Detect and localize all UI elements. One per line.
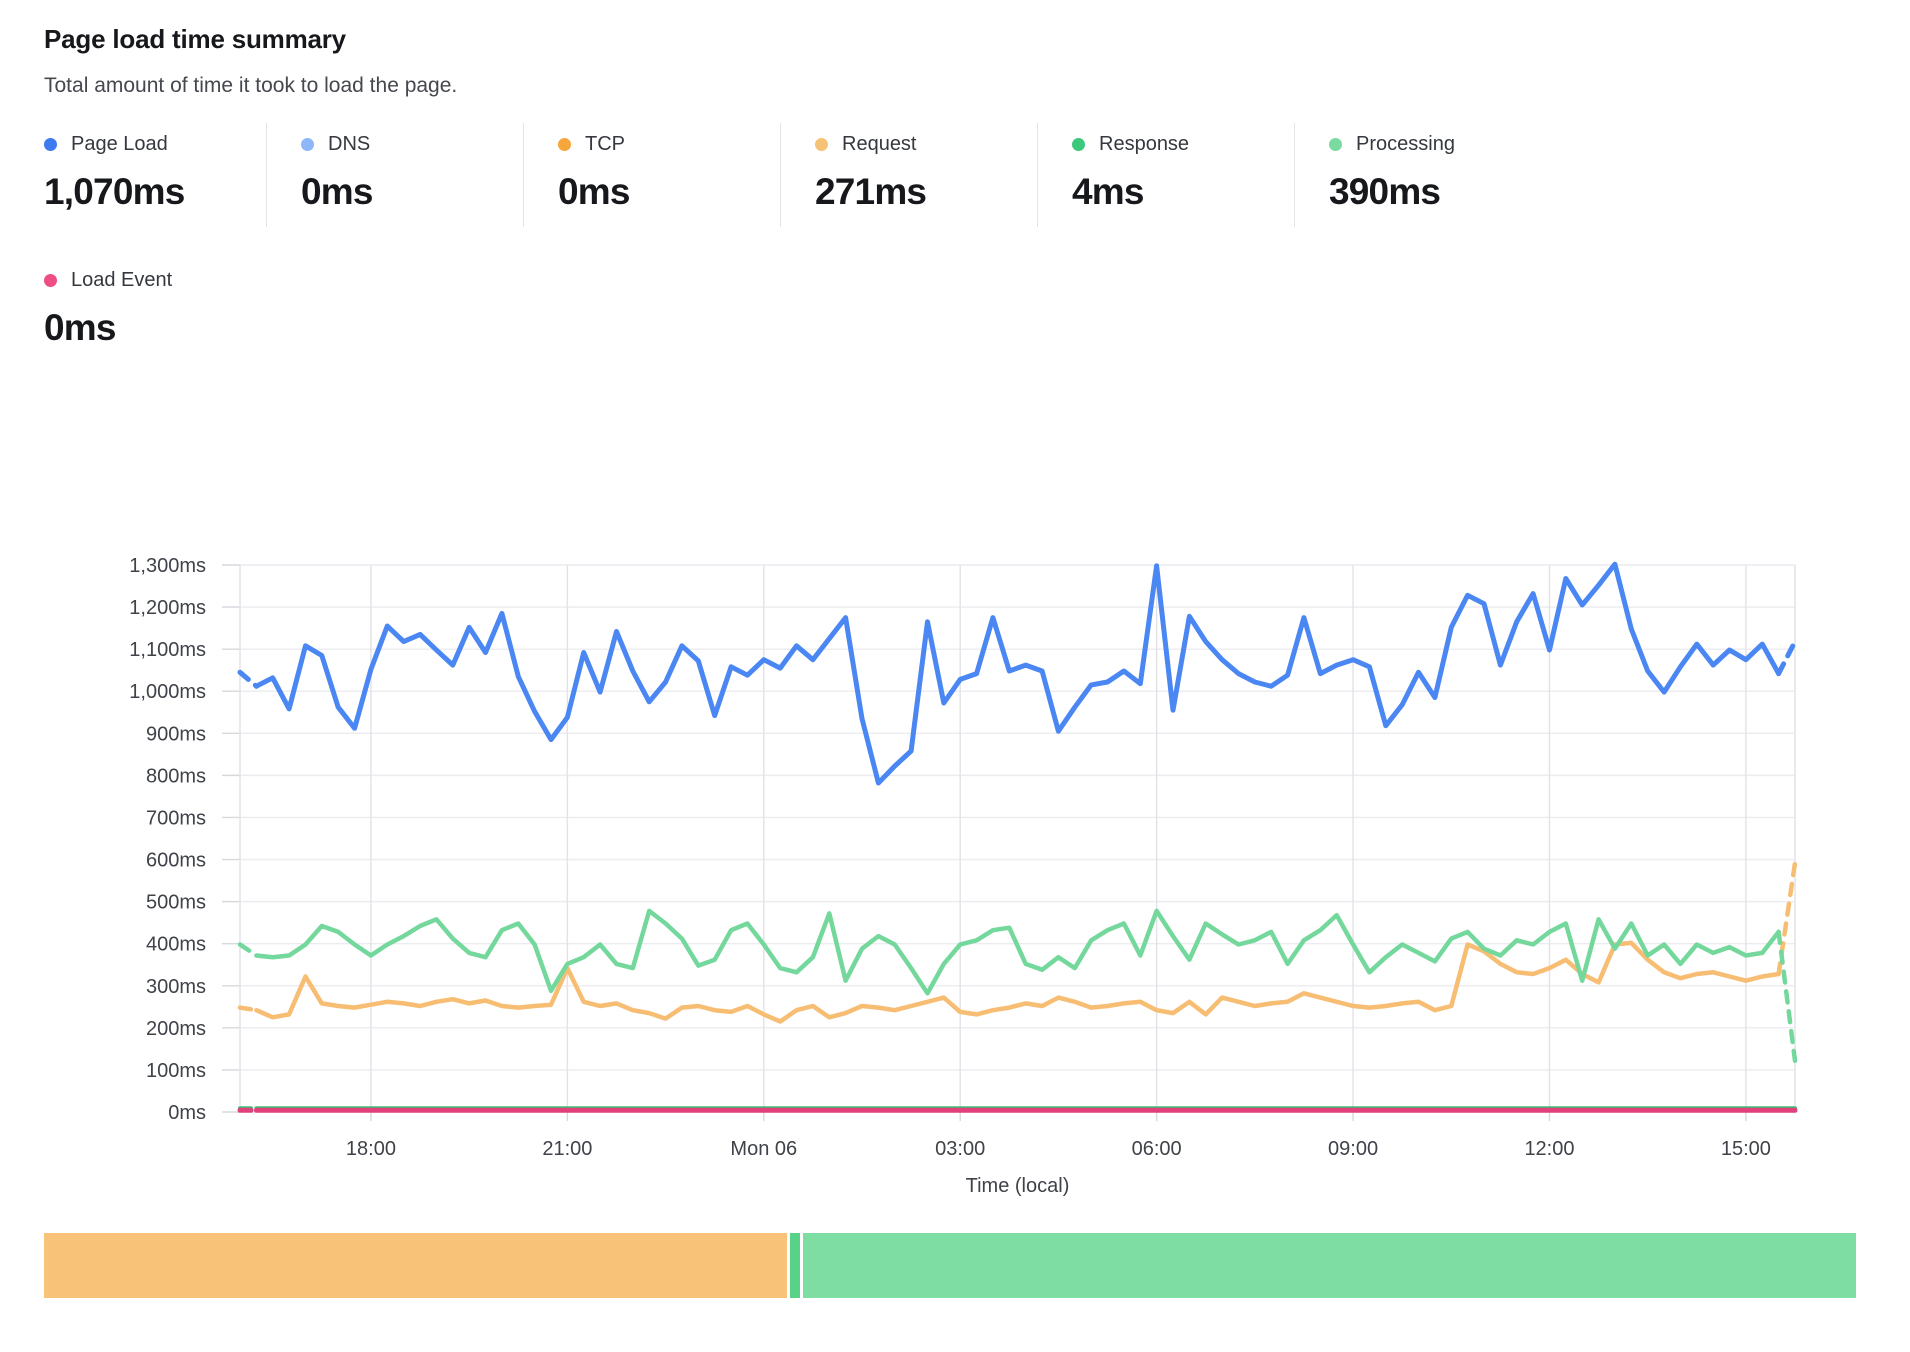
- stat-value: 0ms: [558, 171, 780, 213]
- series-line-processing: [256, 911, 1778, 993]
- page-title: Page load time summary: [44, 24, 346, 55]
- tcp-legend-dot-icon: [558, 138, 571, 151]
- stat-label: DNS: [328, 133, 370, 156]
- x-tick-label: Mon 06: [730, 1138, 797, 1160]
- timeseries-plot[interactable]: 0ms 100ms 200ms 300ms 400ms 500ms 600ms 700ms 80…: [0, 440, 1910, 1232]
- response-legend-dot-icon: [1072, 138, 1085, 151]
- page-load-time-chart[interactable]: 0ms 100ms 200ms 300ms 400ms 500ms 600ms 700ms 80…: [0, 440, 1910, 1232]
- processing-share: [803, 1233, 1856, 1298]
- stat-value: 0ms: [301, 171, 523, 213]
- y-tick-label: 600ms: [146, 850, 206, 872]
- y-tick-label: 1,100ms: [129, 639, 206, 661]
- y-tick-label: 700ms: [146, 807, 206, 829]
- series-line-request-dashed: [240, 1008, 256, 1011]
- stat-value: 0ms: [44, 307, 172, 349]
- stat-request: Request 271ms: [780, 123, 1037, 227]
- dns-legend-dot-icon: [301, 138, 314, 151]
- summary-stats-row: Page Load 1,070ms DNS 0ms TCP 0ms Reques…: [44, 123, 1551, 227]
- y-tick-label: 900ms: [146, 723, 206, 745]
- stat-label: Load Event: [71, 269, 172, 292]
- request-legend-dot-icon: [815, 138, 828, 151]
- y-tick-label: 300ms: [146, 976, 206, 998]
- x-tick-label: 03:00: [935, 1138, 985, 1160]
- series-line-processing-dashed: [1779, 932, 1795, 1061]
- processing-legend-dot-icon: [1329, 138, 1342, 151]
- page-load-legend-dot-icon: [44, 138, 57, 151]
- stat-load-event: Load Event 0ms: [44, 267, 172, 349]
- timing-ratio-bar: [44, 1233, 1856, 1298]
- series-line-page-load-dashed: [1779, 642, 1795, 674]
- x-tick-label: 09:00: [1328, 1138, 1378, 1160]
- y-tick-label: 1,000ms: [129, 681, 206, 703]
- stat-value: 1,070ms: [44, 171, 266, 213]
- series-line-page-load: [256, 564, 1778, 783]
- stat-response: 4msResponse 4ms: [1037, 123, 1294, 227]
- stat-value: 4ms: [1072, 171, 1294, 213]
- stat-label: Processing: [1356, 133, 1455, 156]
- stat-processing: Processing 390ms: [1294, 123, 1551, 227]
- y-tick-label: 400ms: [146, 934, 206, 956]
- series-line-processing-dashed: [240, 945, 256, 956]
- stat-dns: DNS 0ms: [266, 123, 523, 227]
- stat-label: Response: [1099, 133, 1189, 156]
- response-share: [790, 1233, 800, 1298]
- series-line-page-load-dashed: [240, 672, 256, 686]
- request-share: [44, 1233, 787, 1298]
- y-tick-label: 500ms: [146, 892, 206, 914]
- stat-label: Page Load: [71, 133, 168, 156]
- y-tick-label: 100ms: [146, 1060, 206, 1082]
- x-tick-label: 12:00: [1524, 1138, 1574, 1160]
- y-tick-label: 800ms: [146, 765, 206, 787]
- stat-value: 390ms: [1329, 171, 1551, 213]
- y-tick-label: 200ms: [146, 1018, 206, 1040]
- page-subtitle: Total amount of time it took to load the…: [44, 74, 457, 98]
- y-tick-label: 0ms: [168, 1102, 206, 1124]
- y-tick-label: 1,200ms: [129, 597, 206, 619]
- load-event-legend-dot-icon: [44, 274, 57, 287]
- stat-label: TCP: [585, 133, 625, 156]
- stat-tcp: TCP 0ms: [523, 123, 780, 227]
- stat-page-load: Page Load 1,070ms: [44, 123, 266, 227]
- x-axis-title: Time (local): [966, 1175, 1070, 1197]
- x-tick-label: 15:00: [1721, 1138, 1771, 1160]
- y-tick-label: 1,300ms: [129, 555, 206, 577]
- stat-label: Request: [842, 133, 917, 156]
- x-tick-label: 18:00: [346, 1138, 396, 1160]
- x-tick-label: 21:00: [542, 1138, 592, 1160]
- x-tick-label: 06:00: [1132, 1138, 1182, 1160]
- stat-value: 271ms: [815, 171, 1037, 213]
